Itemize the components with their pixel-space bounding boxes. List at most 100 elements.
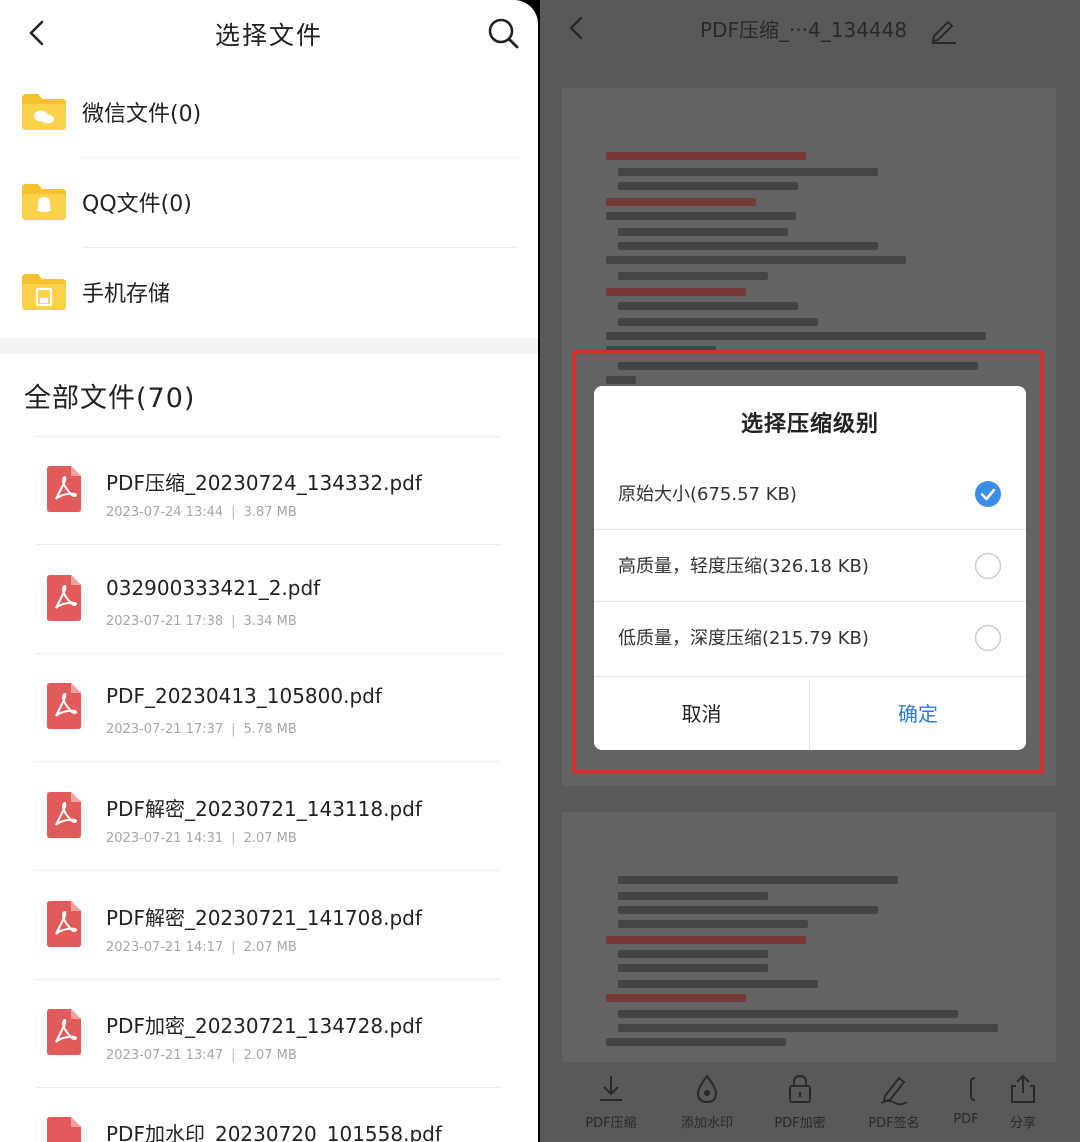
radio-unchecked-icon[interactable] bbox=[974, 624, 1002, 652]
pen-signature-icon bbox=[880, 1076, 908, 1106]
document-text-line bbox=[606, 152, 806, 160]
document-page bbox=[562, 812, 1056, 1062]
compression-option-original[interactable]: 原始大小(675.57 KB) bbox=[594, 458, 1026, 530]
file-date: 2023-07-21 14:31 bbox=[106, 831, 224, 846]
dialog-title: 选择压缩级别 bbox=[740, 412, 879, 437]
file-meta: 2023-07-21 17:38 | 3.34 MB bbox=[106, 614, 297, 629]
pdf-tool-icon bbox=[970, 1077, 976, 1101]
divider bbox=[36, 761, 502, 762]
file-list-item[interactable]: PDF_20230413_105800.pdf 2023-07-21 17:37… bbox=[0, 654, 538, 762]
file-picker-panel: 选择文件 微信文件(0) QQ文件(0) 手机存储 全部文件(70) PDF压缩… bbox=[0, 0, 538, 1142]
pdf-preview-panel: PDF压缩_···4_134448 选择压缩级别 原始大小(675.57 KB)… bbox=[540, 0, 1080, 1142]
file-list-item[interactable]: PDF加水印_20230720_101558.pdf bbox=[0, 1088, 538, 1142]
document-text-line bbox=[618, 964, 768, 972]
document-text-line bbox=[618, 302, 798, 310]
document-text-line bbox=[618, 950, 768, 958]
pdf-file-icon bbox=[47, 683, 81, 729]
document-title: PDF压缩_···4_134448 bbox=[700, 18, 908, 42]
document-text-line bbox=[618, 168, 878, 176]
section-divider bbox=[0, 338, 538, 354]
file-meta: 2023-07-21 17:37 | 5.78 MB bbox=[106, 722, 297, 737]
file-list-item[interactable]: PDF加密_20230721_134728.pdf 2023-07-21 13:… bbox=[0, 980, 538, 1088]
file-meta: 2023-07-24 13:44 | 3.87 MB bbox=[106, 505, 297, 520]
download-compress-icon bbox=[600, 1076, 622, 1101]
document-text-line bbox=[606, 256, 906, 264]
file-name: 032900333421_2.pdf bbox=[106, 576, 321, 600]
document-text-line bbox=[618, 182, 798, 190]
confirm-button[interactable]: 确定 bbox=[810, 676, 1026, 750]
file-date: 2023-07-21 17:38 bbox=[106, 614, 224, 629]
document-text-line bbox=[618, 318, 818, 326]
divider bbox=[36, 544, 502, 545]
compression-option-high-quality[interactable]: 高质量，轻度压缩(326.18 KB) bbox=[594, 530, 1026, 602]
page-title: 选择文件 bbox=[214, 21, 323, 50]
tool-pdf-encrypt[interactable]: PDF加密 bbox=[768, 1072, 832, 1142]
document-text-line bbox=[606, 212, 796, 220]
meta-separator: | bbox=[231, 505, 236, 520]
folder-item-phone-storage[interactable]: 手机存储 bbox=[0, 248, 538, 338]
divider bbox=[36, 870, 502, 871]
tool-add-watermark[interactable]: 添加水印 bbox=[672, 1072, 742, 1142]
file-list-item[interactable]: PDF压缩_20230724_134332.pdf 2023-07-24 13:… bbox=[0, 437, 538, 545]
radio-unchecked-icon[interactable] bbox=[974, 552, 1002, 580]
pdf-file-icon bbox=[47, 1009, 81, 1055]
lock-icon bbox=[789, 1074, 811, 1103]
file-picker-header: 选择文件 bbox=[0, 0, 538, 66]
file-name: PDF解密_20230721_141708.pdf bbox=[106, 906, 422, 930]
option-label: 原始大小(675.57 KB) bbox=[618, 484, 797, 505]
file-size: 3.87 MB bbox=[243, 505, 297, 520]
document-text-line bbox=[618, 242, 878, 250]
folder-label: 微信文件(0) bbox=[82, 102, 202, 127]
qq-folder-icon bbox=[22, 184, 66, 220]
file-list-item[interactable]: 032900333421_2.pdf 2023-07-21 17:38 | 3.34… bbox=[0, 546, 538, 654]
tool-label: PDF压缩 bbox=[585, 1116, 637, 1131]
document-text-line bbox=[606, 288, 746, 296]
tool-label: PDF签名 bbox=[868, 1116, 920, 1131]
meta-separator: | bbox=[231, 831, 236, 846]
document-text-line bbox=[618, 876, 898, 884]
radio-checked-icon[interactable] bbox=[974, 480, 1002, 508]
file-size: 2.07 MB bbox=[243, 831, 297, 846]
folder-item-qq[interactable]: QQ文件(0) bbox=[0, 158, 538, 248]
pdf-file-icon bbox=[47, 1117, 81, 1142]
meta-separator: | bbox=[231, 1048, 236, 1063]
compression-level-dialog: 选择压缩级别 原始大小(675.57 KB) 高质量，轻度压缩(326.18 K… bbox=[594, 386, 1026, 750]
file-date: 2023-07-21 17:37 bbox=[106, 722, 224, 737]
watermark-drop-icon bbox=[696, 1074, 718, 1104]
document-text-line bbox=[606, 198, 756, 206]
all-files-title: 全部文件(70) bbox=[24, 383, 196, 414]
folder-label: 手机存储 bbox=[82, 282, 171, 307]
file-name: PDF_20230413_105800.pdf bbox=[106, 684, 382, 708]
search-icon[interactable] bbox=[486, 16, 520, 50]
tool-pdf-more[interactable]: PDF bbox=[948, 1072, 984, 1142]
edit-pencil-icon[interactable] bbox=[928, 14, 958, 44]
back-arrow-icon[interactable] bbox=[562, 14, 590, 42]
meta-separator: | bbox=[231, 722, 236, 737]
pdf-file-icon bbox=[47, 792, 81, 838]
file-name: PDF压缩_20230724_134332.pdf bbox=[106, 471, 422, 495]
phone-storage-folder-icon bbox=[22, 274, 66, 310]
meta-separator: | bbox=[231, 614, 236, 629]
document-text-line bbox=[606, 994, 746, 1002]
file-meta: 2023-07-21 14:31 | 2.07 MB bbox=[106, 831, 297, 846]
bottom-toolbar: PDF压缩 添加水印 PDF加密 PDF签名 PDF 分享 bbox=[540, 1062, 1080, 1142]
cancel-button[interactable]: 取消 bbox=[594, 676, 810, 750]
tool-share[interactable]: 分享 bbox=[1002, 1072, 1044, 1142]
option-label: 高质量，轻度压缩(326.18 KB) bbox=[618, 556, 869, 577]
file-meta: 2023-07-21 14:17 | 2.07 MB bbox=[106, 940, 297, 955]
meta-separator: | bbox=[231, 940, 236, 955]
folder-item-wechat[interactable]: 微信文件(0) bbox=[0, 68, 538, 158]
wechat-folder-icon bbox=[22, 94, 66, 130]
compression-option-low-quality[interactable]: 低质量，深度压缩(215.79 KB) bbox=[594, 602, 1026, 674]
tool-label: 添加水印 bbox=[680, 1116, 733, 1131]
tool-pdf-sign[interactable]: PDF签名 bbox=[862, 1072, 926, 1142]
tool-pdf-compress[interactable]: PDF压缩 bbox=[580, 1072, 642, 1142]
document-text-line bbox=[618, 1010, 958, 1018]
tool-label: 分享 bbox=[1009, 1116, 1036, 1131]
file-list-item[interactable]: PDF解密_20230721_141708.pdf 2023-07-21 14:… bbox=[0, 872, 538, 980]
file-size: 2.07 MB bbox=[243, 940, 297, 955]
file-list-item[interactable]: PDF解密_20230721_143118.pdf 2023-07-21 14:… bbox=[0, 763, 538, 871]
share-icon bbox=[1011, 1074, 1035, 1103]
document-text-line bbox=[606, 1038, 786, 1046]
file-date: 2023-07-24 13:44 bbox=[106, 505, 224, 520]
